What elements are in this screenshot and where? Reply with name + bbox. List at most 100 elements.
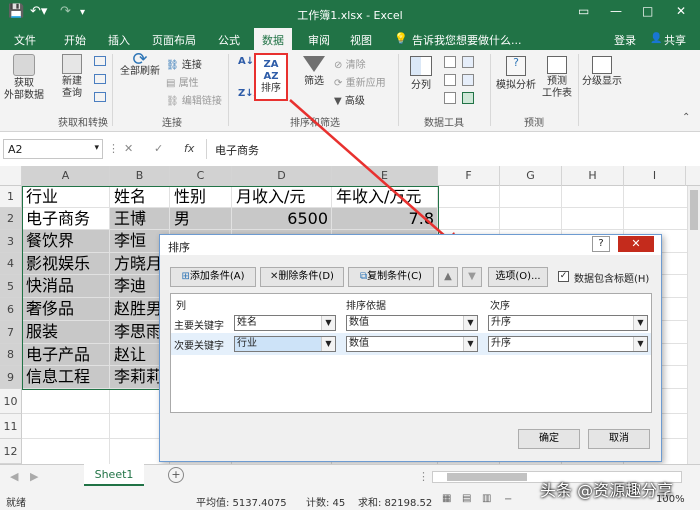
column-header-h[interactable]: H: [562, 166, 624, 186]
relationships-icon[interactable]: [462, 74, 474, 86]
collapse-ribbon-icon[interactable]: ⌃: [682, 112, 690, 123]
row-header[interactable]: 1: [0, 186, 22, 208]
tab-home[interactable]: 开始: [64, 32, 86, 48]
tell-me-search[interactable]: 告诉我您想要做什么...: [412, 32, 522, 48]
sort-on-select[interactable]: 数值 ▼: [346, 315, 478, 331]
tab-data[interactable]: 数据: [254, 28, 292, 50]
row-header[interactable]: 4: [0, 253, 22, 275]
maximize-button[interactable]: □: [642, 4, 653, 18]
row-header[interactable]: 3: [0, 230, 22, 253]
get-external-data-button[interactable]: 获取 外部数据: [2, 54, 46, 102]
cell-a5[interactable]: 快消品: [24, 275, 110, 297]
share-button[interactable]: 共享: [664, 32, 686, 48]
minimize-button[interactable]: —: [610, 4, 622, 18]
options-button[interactable]: 选项(O)...: [488, 267, 548, 287]
insert-function-icon[interactable]: fx: [184, 142, 194, 155]
ribbon-display-button[interactable]: ▭: [578, 4, 589, 18]
normal-view-icon[interactable]: ▦: [442, 493, 451, 504]
row-header[interactable]: 8: [0, 344, 22, 366]
tab-page-layout[interactable]: 页面布局: [152, 32, 196, 48]
vertical-scrollbar[interactable]: [687, 186, 700, 464]
scroll-thumb[interactable]: [690, 190, 698, 230]
cell-b7[interactable]: 李思雨: [112, 321, 160, 343]
enter-formula-icon[interactable]: ✓: [154, 142, 163, 155]
cell-b6[interactable]: 赵胜男: [112, 298, 160, 320]
forecast-sheet-button[interactable]: 预测 工作表: [540, 54, 574, 100]
cell-c2[interactable]: 男: [172, 208, 232, 230]
remove-duplicates-icon[interactable]: [444, 74, 456, 86]
prev-sheet-icon[interactable]: ◀: [10, 470, 18, 483]
column-header-g[interactable]: G: [500, 166, 562, 186]
tab-view[interactable]: 视图: [350, 32, 372, 48]
cell-b8[interactable]: 赵让: [112, 344, 160, 366]
then-by-column-select[interactable]: 行业 ▼: [234, 336, 336, 352]
cell-a7[interactable]: 服装: [24, 321, 110, 343]
cell-a8[interactable]: 电子产品: [24, 344, 110, 366]
page-break-view-icon[interactable]: ▥: [482, 493, 491, 504]
from-web-icon[interactable]: [94, 92, 106, 102]
clear-button[interactable]: ⊘ 清除: [334, 56, 366, 71]
tab-insert[interactable]: 插入: [108, 32, 130, 48]
help-button[interactable]: ?: [592, 236, 610, 252]
copy-level-button[interactable]: ⧉复制条件(C): [348, 267, 434, 287]
cell-b9[interactable]: 李莉莉: [112, 366, 160, 388]
new-query-button[interactable]: 新建 查询: [54, 54, 90, 100]
cell-a9[interactable]: 信息工程: [24, 366, 110, 388]
flash-fill-icon[interactable]: [444, 56, 456, 68]
text-to-columns-button[interactable]: 分列: [404, 54, 438, 92]
filter-button[interactable]: 筛选: [298, 54, 330, 88]
tab-review[interactable]: 审阅: [308, 32, 330, 48]
cell-b1[interactable]: 姓名: [112, 186, 170, 208]
row-header[interactable]: 7: [0, 321, 22, 344]
cell-a3[interactable]: 餐饮界: [24, 230, 110, 252]
ok-button[interactable]: 确定: [518, 429, 580, 449]
sheet-tab-sheet1[interactable]: Sheet1: [84, 464, 144, 486]
cell-c1[interactable]: 性别: [172, 186, 232, 208]
edit-links-button[interactable]: ⛓ 编辑链接: [166, 92, 222, 107]
consolidate-icon[interactable]: [462, 56, 474, 68]
row-header[interactable]: 6: [0, 298, 22, 321]
sign-in-link[interactable]: 登录: [614, 32, 636, 48]
order-select[interactable]: 升序 ▼: [488, 315, 648, 331]
connections-button[interactable]: ⛓ 连接: [166, 56, 202, 71]
refresh-all-button[interactable]: ⟳ 全部刷新: [118, 51, 162, 78]
scroll-thumb[interactable]: [447, 473, 527, 481]
cell-a1[interactable]: 行业: [24, 186, 110, 208]
delete-level-button[interactable]: ✕删除条件(D): [260, 267, 344, 287]
column-header-c[interactable]: C: [170, 166, 232, 186]
sort-by-column-select[interactable]: 姓名 ▼: [234, 315, 336, 331]
cell-a4[interactable]: 影视娱乐: [24, 253, 110, 275]
next-sheet-icon[interactable]: ▶: [30, 470, 38, 483]
chevron-down-icon[interactable]: ▾: [94, 143, 99, 153]
add-sheet-button[interactable]: +: [168, 467, 184, 483]
cancel-formula-icon[interactable]: ✕: [124, 142, 133, 155]
cell-b4[interactable]: 方晓月: [112, 253, 160, 275]
tab-formulas[interactable]: 公式: [218, 32, 240, 48]
add-level-button[interactable]: ⊞添加条件(A): [170, 267, 256, 287]
then-sort-on-select[interactable]: 数值 ▼: [346, 336, 478, 352]
column-header-i[interactable]: I: [624, 166, 686, 186]
properties-button[interactable]: ▤ 属性: [166, 74, 199, 89]
zoom-out-icon[interactable]: −: [504, 494, 512, 505]
row-header[interactable]: 9: [0, 366, 22, 389]
table-icon[interactable]: [94, 56, 106, 66]
cancel-button[interactable]: 取消: [588, 429, 650, 449]
cell-b3[interactable]: 李恒: [112, 230, 160, 252]
dialog-close-button[interactable]: ✕: [618, 236, 654, 252]
column-header-a[interactable]: A: [22, 166, 110, 186]
cell-a6[interactable]: 奢侈品: [24, 298, 110, 320]
name-box[interactable]: A2 ▾: [3, 139, 103, 159]
page-layout-view-icon[interactable]: ▤: [462, 493, 471, 504]
cell-b5[interactable]: 李迪: [112, 275, 160, 297]
row-header[interactable]: 11: [0, 414, 22, 439]
select-all-corner[interactable]: [0, 166, 22, 186]
what-if-analysis-button[interactable]: ? 模拟分析: [494, 54, 538, 92]
row-header[interactable]: 2: [0, 208, 22, 230]
recent-sources-icon[interactable]: [94, 74, 106, 84]
has-headers-checkbox[interactable]: ✓: [558, 271, 569, 282]
move-up-button[interactable]: ▲: [438, 267, 458, 287]
close-button[interactable]: ✕: [676, 4, 686, 18]
move-down-button[interactable]: ▼: [462, 267, 482, 287]
column-header-b[interactable]: B: [110, 166, 170, 186]
reapply-button[interactable]: ⟳ 重新应用: [334, 74, 386, 89]
